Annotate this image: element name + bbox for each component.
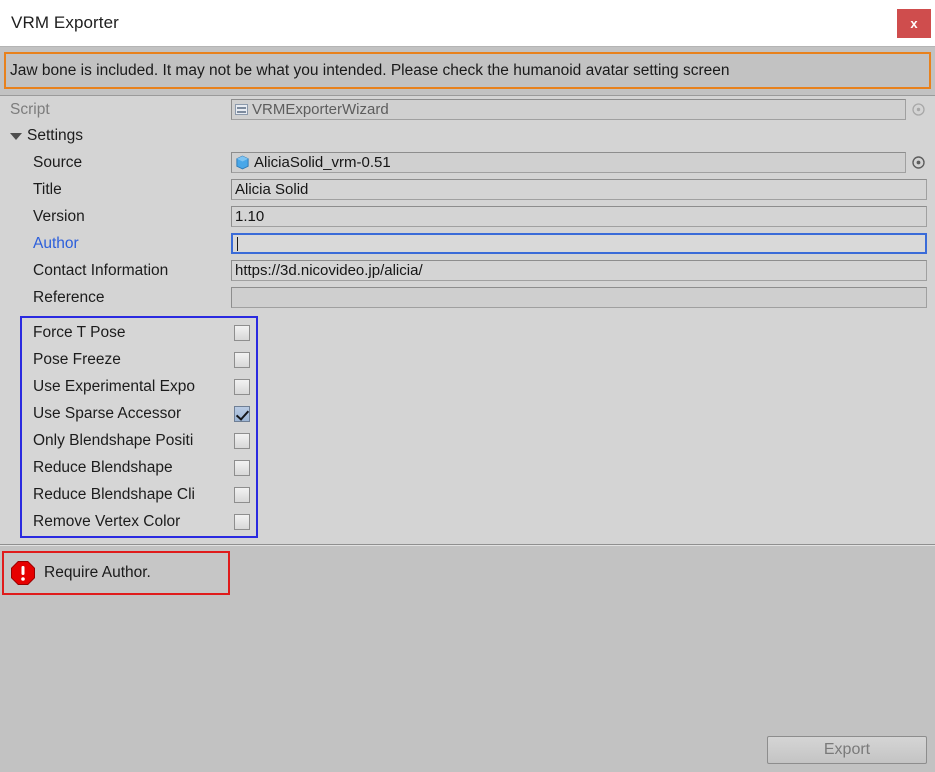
source-label: Source — [33, 153, 83, 171]
title-label: Title — [33, 180, 62, 198]
contact-information-row: Contact Information https://3d.nicovideo… — [0, 257, 935, 284]
script-object-field[interactable]: VRMExporterWizard — [231, 99, 906, 120]
warning-bar-container: Jaw bone is included. It may not be what… — [0, 47, 935, 95]
warning-text: Jaw bone is included. It may not be what… — [10, 61, 730, 79]
use-sparse-accessor-checkbox[interactable] — [234, 405, 250, 422]
remove-vertex-color-checkbox[interactable] — [234, 513, 250, 530]
checkbox-row-use-sparse-accessor[interactable]: Use Sparse Accessor — [22, 400, 256, 427]
window-title-bar: VRM Exporter x — [0, 0, 935, 47]
checkbox-label: Reduce Blendshape — [33, 458, 173, 476]
use-experimental-export-checkbox[interactable] — [234, 378, 250, 395]
checkbox-row-remove-vertex-color[interactable]: Remove Vertex Color — [22, 508, 256, 535]
checkbox-row-reduce-blendshape-clip[interactable]: Reduce Blendshape Cli — [22, 481, 256, 508]
version-label: Version — [33, 207, 85, 225]
version-input[interactable]: 1.10 — [231, 206, 927, 227]
force-t-pose-checkbox[interactable] — [234, 324, 250, 341]
source-object-field[interactable]: AliciaSolid_vrm-0.51 — [231, 152, 906, 173]
script-asset-icon — [235, 104, 248, 115]
author-input[interactable] — [231, 233, 927, 254]
source-value: AliciaSolid_vrm-0.51 — [254, 154, 391, 171]
settings-foldout-label: Settings — [27, 127, 84, 144]
checkbox-label: Only Blendshape Positi — [33, 431, 194, 449]
close-icon: x — [910, 16, 918, 31]
script-label: Script — [10, 100, 50, 118]
only-blendshape-position-checkbox[interactable] — [234, 432, 250, 449]
reference-input[interactable] — [231, 287, 927, 308]
checkbox-label: Force T Pose — [33, 323, 126, 341]
checkbox-row-reduce-blendshape[interactable]: Reduce Blendshape — [22, 454, 256, 481]
checkbox-row-only-blendshape-position[interactable]: Only Blendshape Positi — [22, 427, 256, 454]
close-window-button[interactable]: x — [897, 9, 931, 38]
contact-information-label: Contact Information — [33, 261, 169, 279]
reduce-blendshape-checkbox[interactable] — [234, 459, 250, 476]
script-value: VRMExporterWizard — [252, 101, 389, 118]
checkbox-label: Pose Freeze — [33, 350, 121, 368]
source-object-picker-icon[interactable] — [910, 154, 927, 171]
checkbox-label: Remove Vertex Color — [33, 512, 181, 530]
error-octagon-icon — [10, 560, 36, 586]
warning-box: Jaw bone is included. It may not be what… — [4, 52, 931, 89]
reduce-blendshape-clip-checkbox[interactable] — [234, 486, 250, 503]
error-message-box: Require Author. — [2, 551, 230, 595]
checkbox-row-pose-freeze[interactable]: Pose Freeze — [22, 346, 256, 373]
checkbox-label: Use Sparse Accessor — [33, 404, 182, 422]
source-row: Source AliciaSolid_vrm-0.51 — [0, 149, 935, 176]
export-button[interactable]: Export — [767, 736, 927, 764]
title-input[interactable]: Alicia Solid — [231, 179, 927, 200]
prefab-cube-icon — [235, 155, 250, 170]
checkbox-row-force-t-pose[interactable]: Force T Pose — [22, 319, 256, 346]
vrm-exporter-window: VRM Exporter x Jaw bone is included. It … — [0, 0, 935, 772]
reference-row: Reference — [0, 284, 935, 311]
script-row: Script VRMExporterWizard — [0, 96, 935, 123]
version-value: 1.10 — [235, 208, 265, 225]
title-value: Alicia Solid — [235, 181, 309, 198]
triangle-down-icon — [10, 132, 22, 140]
checkbox-label: Use Experimental Expo — [33, 377, 195, 395]
script-object-picker-icon[interactable] — [910, 101, 927, 118]
inspector-panel: Script VRMExporterWizard Settings Source — [0, 95, 935, 546]
window-title: VRM Exporter — [11, 13, 119, 32]
export-options-group: Force T Pose Pose Freeze Use Experimenta… — [20, 316, 258, 538]
footer-actions: Export — [767, 736, 927, 764]
author-row: Author — [0, 230, 935, 257]
error-message-text: Require Author. — [44, 564, 151, 581]
reference-label: Reference — [33, 288, 105, 306]
settings-foldout[interactable]: Settings — [0, 123, 935, 149]
message-area: Require Author. Export — [0, 546, 935, 772]
pose-freeze-checkbox[interactable] — [234, 351, 250, 368]
version-row: Version 1.10 — [0, 203, 935, 230]
contact-information-value: https://3d.nicovideo.jp/alicia/ — [235, 262, 423, 279]
checkbox-label: Reduce Blendshape Cli — [33, 485, 195, 503]
title-row: Title Alicia Solid — [0, 176, 935, 203]
contact-information-input[interactable]: https://3d.nicovideo.jp/alicia/ — [231, 260, 927, 281]
text-caret — [237, 236, 238, 251]
author-label: Author — [33, 234, 79, 252]
checkbox-row-use-experimental-export[interactable]: Use Experimental Expo — [22, 373, 256, 400]
